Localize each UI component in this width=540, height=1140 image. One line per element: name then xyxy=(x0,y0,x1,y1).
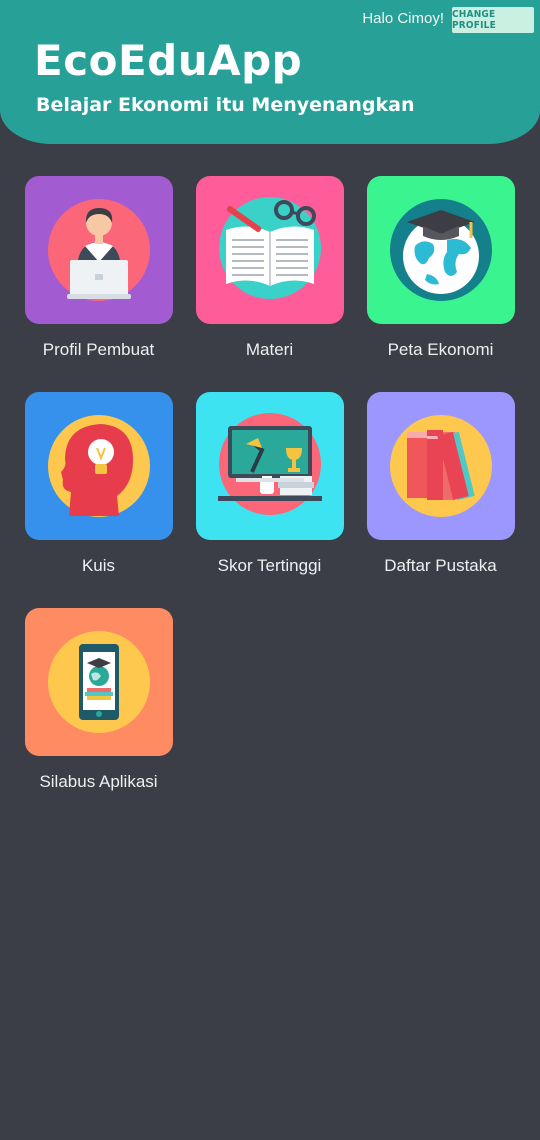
phone-globe-icon xyxy=(48,631,150,733)
books-icon xyxy=(390,415,492,517)
menu-label-materi[interactable]: Materi xyxy=(184,340,355,360)
book-glasses-icon xyxy=(219,197,321,299)
menu-tile-kuis[interactable] xyxy=(25,392,173,540)
menu-tile-silabus-aplikasi[interactable] xyxy=(25,608,173,756)
desk-trophy-icon xyxy=(218,413,322,515)
woman-laptop-icon xyxy=(48,199,150,301)
menu-tile-daftar-pustaka[interactable] xyxy=(367,392,515,540)
menu-tile-skor-tertinggi[interactable] xyxy=(196,392,344,540)
menu-label-daftar-pustaka[interactable]: Daftar Pustaka xyxy=(355,556,526,576)
greeting-text: Halo Cimoy! xyxy=(362,10,444,27)
menu-tile-materi[interactable] xyxy=(196,176,344,324)
app-title: EcoEduApp xyxy=(34,36,303,85)
menu-label-kuis[interactable]: Kuis xyxy=(13,556,184,576)
menu-label-profil-pembuat[interactable]: Profil Pembuat xyxy=(13,340,184,360)
menu-tile-peta-ekonomi[interactable] xyxy=(367,176,515,324)
menu-tile-profil-pembuat[interactable] xyxy=(25,176,173,324)
menu-label-skor-tertinggi[interactable]: Skor Tertinggi xyxy=(184,556,355,576)
globe-graduation-cap-icon xyxy=(390,199,492,301)
app-subtitle: Belajar Ekonomi itu Menyenangkan xyxy=(36,94,415,116)
menu-label-peta-ekonomi[interactable]: Peta Ekonomi xyxy=(355,340,526,360)
menu-label-silabus-aplikasi[interactable]: Silabus Aplikasi xyxy=(13,772,184,792)
head-lightbulb-icon xyxy=(48,415,150,517)
change-profile-button[interactable]: CHANGE PROFILE xyxy=(452,7,534,33)
app-header: Halo Cimoy! CHANGE PROFILE EcoEduApp Bel… xyxy=(0,0,540,144)
